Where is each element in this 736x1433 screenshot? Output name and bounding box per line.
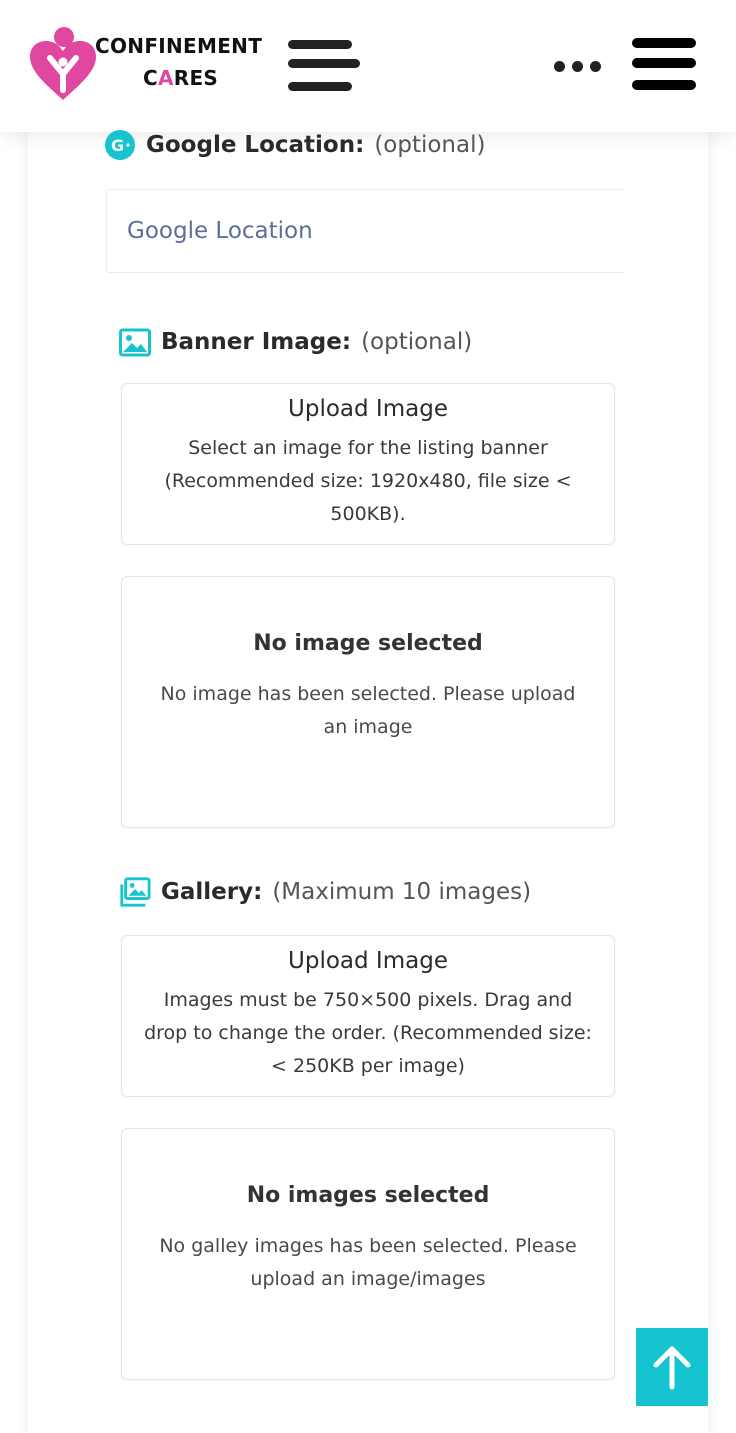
brand-logo[interactable]: CONFINEMENT CARES bbox=[28, 24, 268, 106]
google-location-label: G Google Location: (optional) bbox=[104, 129, 485, 161]
page: CONFINEMENT CARES G Google Location: (op… bbox=[0, 0, 736, 1433]
ellipsis-icon[interactable] bbox=[548, 56, 604, 80]
gallery-empty-description: No galley images has been selected. Plea… bbox=[159, 1235, 577, 1290]
brand-name-line1: CONFINEMENT bbox=[95, 34, 263, 58]
gallery-upload-title: Upload Image bbox=[288, 948, 448, 974]
arrow-up-icon bbox=[653, 1346, 691, 1390]
banner-upload-button[interactable]: Upload Image Select an image for the lis… bbox=[121, 383, 615, 545]
menu-icon[interactable] bbox=[628, 32, 700, 98]
banner-upload-description: Select an image for the listing banner (… bbox=[164, 437, 572, 525]
banner-empty-title: No image selected bbox=[253, 631, 483, 656]
banner-preview-empty: No image selected No image has been sele… bbox=[121, 576, 615, 828]
logo-heart-icon bbox=[30, 27, 96, 100]
gallery-upload-button[interactable]: Upload Image Images must be 750×500 pixe… bbox=[121, 935, 615, 1097]
hamburger-icon[interactable] bbox=[284, 34, 364, 98]
gallery-empty-title: No images selected bbox=[246, 1183, 490, 1208]
brand-name-line2: CARES bbox=[143, 66, 219, 90]
gallery-label: Gallery: (Maximum 10 images) bbox=[119, 876, 531, 908]
banner-image-label: Banner Image: (optional) bbox=[119, 326, 472, 358]
banner-upload-title: Upload Image bbox=[288, 396, 448, 422]
gallery-upload-description: Images must be 750×500 pixels. Drag and … bbox=[144, 989, 592, 1077]
banner-empty-description: No image has been selected. Please uploa… bbox=[160, 683, 576, 738]
image-icon bbox=[119, 328, 151, 357]
images-icon bbox=[120, 877, 151, 907]
svg-text:G: G bbox=[111, 136, 124, 155]
google-icon: G bbox=[105, 130, 135, 160]
google-location-input[interactable] bbox=[106, 189, 626, 273]
scroll-to-top-button[interactable] bbox=[636, 1328, 708, 1406]
site-header: CONFINEMENT CARES bbox=[0, 0, 736, 132]
gallery-preview-empty: No images selected No galley images has … bbox=[121, 1128, 615, 1380]
